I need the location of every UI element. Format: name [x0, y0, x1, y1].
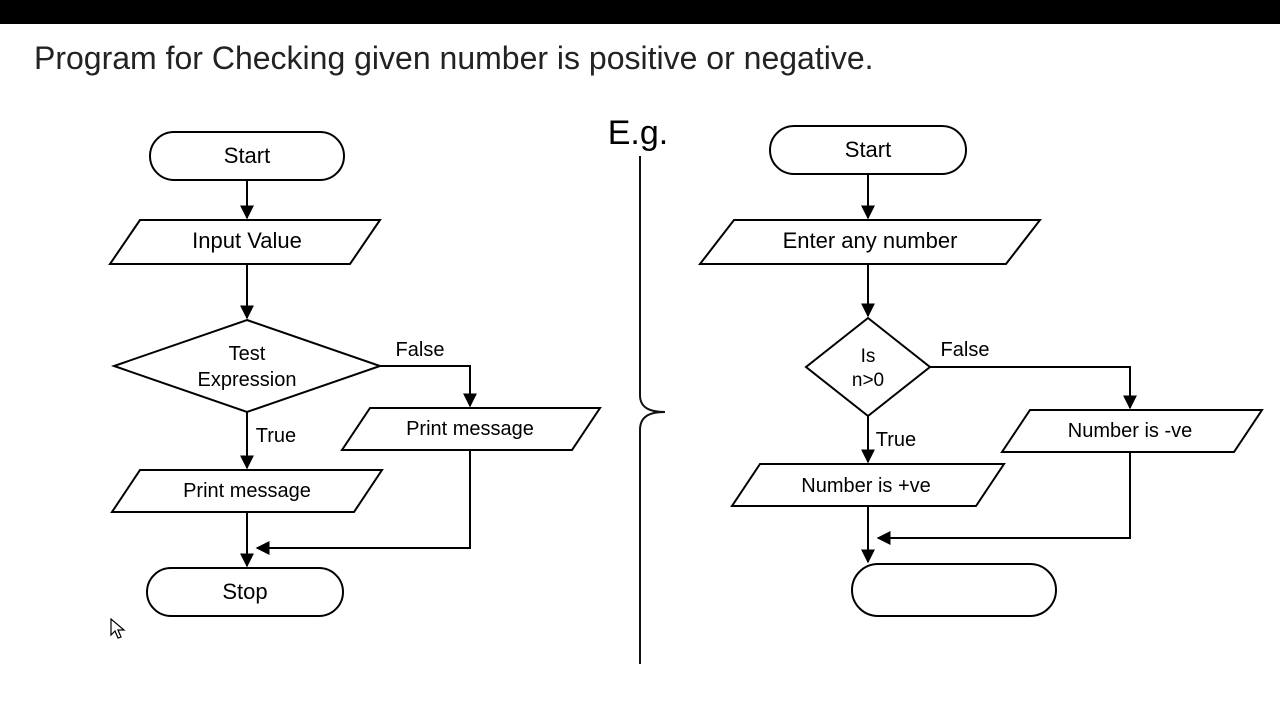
print-false-node: Print message: [342, 408, 600, 450]
decision-node: Test Expression: [114, 320, 380, 412]
start-label: Start: [224, 143, 270, 168]
stop-node-r: [852, 564, 1056, 616]
start-node-r: Start: [770, 126, 966, 174]
true-label-r: True: [876, 429, 916, 451]
arrow-false-r: [930, 367, 1130, 408]
eg-label: E.g.: [608, 114, 668, 152]
print-true-node-r: Number is +ve: [732, 464, 1004, 506]
print-true-label: Print message: [183, 480, 311, 502]
stop-label: Stop: [222, 579, 267, 604]
start-label-r: Start: [845, 137, 891, 162]
false-label: False: [396, 339, 445, 361]
print-false-label: Print message: [406, 418, 534, 440]
decision-l2: Expression: [198, 369, 297, 391]
flowchart-canvas: Start Input Value Test Expression False …: [0, 0, 1280, 720]
flowchart-left: Start Input Value Test Expression False …: [110, 132, 600, 616]
print-false-label-r: Number is -ve: [1068, 420, 1192, 442]
decision-l1: Test: [229, 343, 266, 365]
brace: [640, 156, 665, 664]
start-node: Start: [150, 132, 344, 180]
true-label: True: [256, 425, 296, 447]
print-true-label-r: Number is +ve: [801, 475, 931, 497]
decision-node-r: Is n>0: [806, 318, 930, 416]
flowchart-right: Start Enter any number Is n>0 False Numb…: [700, 126, 1262, 616]
false-label-r: False: [941, 339, 990, 361]
input-node: Input Value: [110, 220, 380, 264]
arrow-false: [380, 366, 470, 406]
decision-l2-r: n>0: [852, 370, 884, 391]
input-label: Input Value: [192, 228, 302, 253]
stop-node: Stop: [147, 568, 343, 616]
input-node-r: Enter any number: [700, 220, 1040, 264]
print-true-node: Print message: [112, 470, 382, 512]
decision-l1-r: Is: [861, 346, 876, 367]
input-label-r: Enter any number: [783, 228, 958, 253]
print-false-node-r: Number is -ve: [1002, 410, 1262, 452]
